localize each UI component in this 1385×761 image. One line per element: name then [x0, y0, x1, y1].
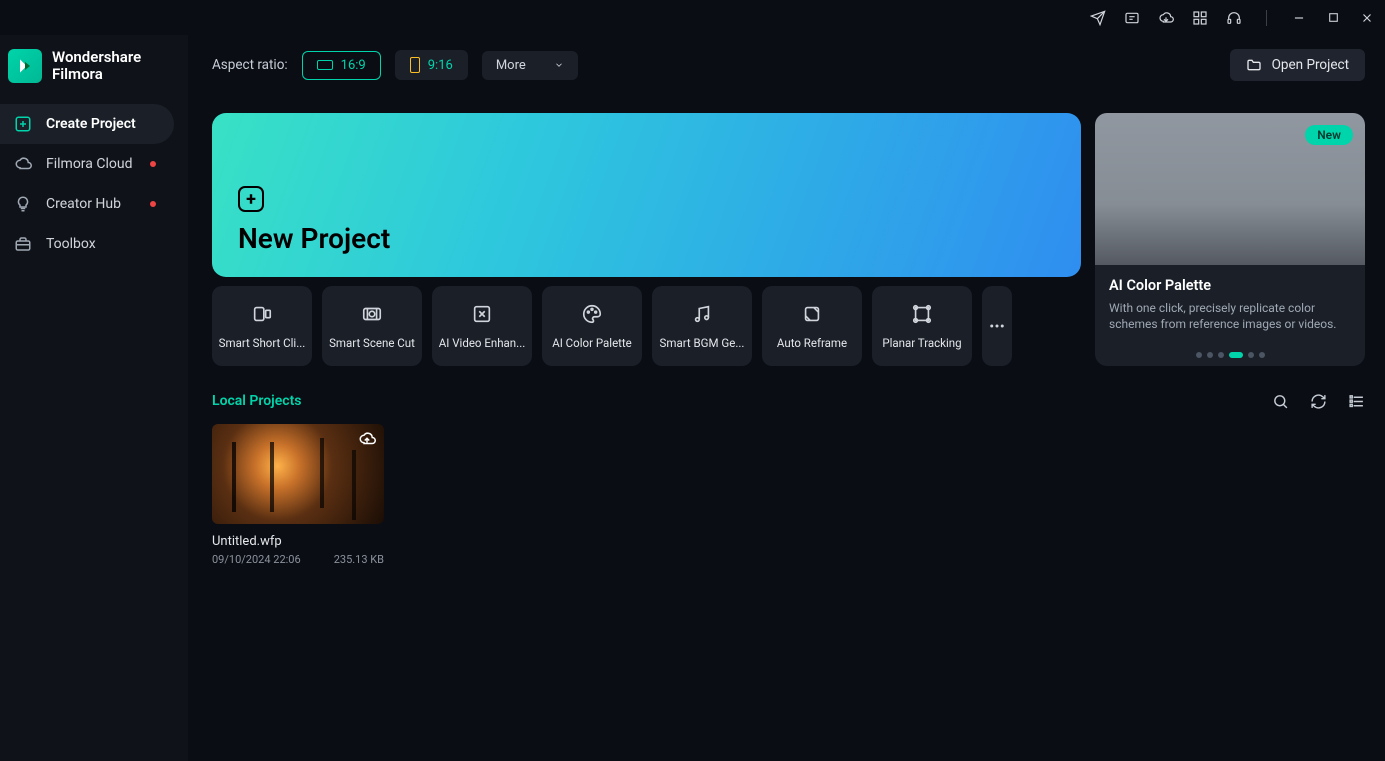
palette-icon: [580, 302, 604, 326]
local-projects-title: Local Projects: [212, 393, 302, 409]
sidebar-item-label: Create Project: [46, 116, 136, 132]
plus-square-icon: [14, 115, 32, 133]
refresh-icon[interactable]: [1309, 392, 1327, 410]
project-item[interactable]: Untitled.wfp 09/10/2024 22:06 235.13 KB: [212, 424, 384, 566]
feature-title: AI Color Palette: [1109, 277, 1351, 294]
sidebar-item-filmora-cloud[interactable]: Filmora Cloud: [0, 144, 174, 184]
enhance-icon: [470, 302, 494, 326]
project-date: 09/10/2024 22:06: [212, 553, 301, 566]
section-header: Local Projects: [212, 392, 1365, 410]
more-label: More: [496, 58, 526, 73]
feature-card[interactable]: New AI Color Palette With one click, pre…: [1095, 113, 1365, 366]
apps-grid-icon[interactable]: [1192, 10, 1208, 26]
brand: Wondershare Filmora: [0, 43, 188, 104]
tool-label: Planar Tracking: [876, 336, 968, 350]
scene-cut-icon: [360, 302, 384, 326]
plus-box-icon: +: [238, 186, 264, 212]
sidebar-item-label: Filmora Cloud: [46, 156, 132, 172]
tool-label: Smart BGM Ge...: [656, 336, 748, 350]
project-thumbnail: [212, 424, 384, 524]
cloud-upload-icon[interactable]: [358, 430, 376, 448]
tool-smart-short-clips[interactable]: Smart Short Cli...: [212, 286, 312, 366]
tool-more[interactable]: [982, 286, 1012, 366]
notification-dot-icon: [150, 201, 156, 207]
send-icon[interactable]: [1090, 10, 1106, 26]
cloud-icon: [14, 155, 32, 173]
sidebar: Wondershare Filmora Create Project Filmo…: [0, 35, 188, 761]
folder-icon: [1246, 57, 1262, 73]
brand-logo-icon: [8, 49, 42, 83]
notification-dot-icon: [150, 161, 156, 167]
main-content: Aspect ratio: 16:9 9:16 More Open Projec…: [188, 35, 1385, 761]
tools-row: Smart Short Cli... Smart Scene Cut AI Vi…: [212, 286, 1081, 366]
project-name: Untitled.wfp: [212, 534, 384, 549]
portrait-ratio-icon: [410, 57, 420, 73]
aspect-16-9-chip[interactable]: 16:9: [302, 51, 381, 80]
list-view-icon[interactable]: [1347, 392, 1365, 410]
titlebar-separator: [1266, 10, 1267, 26]
search-icon[interactable]: [1271, 392, 1289, 410]
sidebar-item-toolbox[interactable]: Toolbox: [0, 224, 174, 264]
new-project-card[interactable]: + New Project: [212, 113, 1081, 277]
tracking-icon: [910, 302, 934, 326]
sidebar-item-label: Creator Hub: [46, 196, 121, 212]
more-ratios-dropdown[interactable]: More: [482, 51, 578, 80]
tool-smart-scene-cut[interactable]: Smart Scene Cut: [322, 286, 422, 366]
titlebar: [0, 0, 1385, 35]
aspect-9-16-chip[interactable]: 9:16: [395, 50, 468, 80]
top-toolbar: Aspect ratio: 16:9 9:16 More Open Projec…: [212, 45, 1365, 85]
toolbox-icon: [14, 235, 32, 253]
tool-label: AI Video Enhan...: [436, 336, 528, 350]
project-size: 235.13 KB: [334, 553, 384, 566]
dot-indicator-active[interactable]: [1229, 352, 1243, 358]
sidebar-item-label: Toolbox: [46, 236, 96, 252]
dot-indicator[interactable]: [1196, 352, 1202, 358]
close-icon[interactable]: [1359, 10, 1375, 26]
open-project-button[interactable]: Open Project: [1230, 49, 1365, 81]
maximize-icon[interactable]: [1325, 10, 1341, 26]
new-project-title: New Project: [238, 222, 1055, 255]
sidebar-item-create-project[interactable]: Create Project: [0, 104, 174, 144]
tool-label: Smart Short Cli...: [216, 336, 308, 350]
headphones-icon[interactable]: [1226, 10, 1242, 26]
feature-description: With one click, precisely replicate colo…: [1109, 300, 1351, 332]
dot-indicator[interactable]: [1207, 352, 1213, 358]
landscape-ratio-icon: [317, 60, 333, 70]
new-badge: New: [1305, 125, 1353, 145]
tool-ai-video-enhancer[interactable]: AI Video Enhan...: [432, 286, 532, 366]
tool-smart-bgm[interactable]: Smart BGM Ge...: [652, 286, 752, 366]
music-ai-icon: [690, 302, 714, 326]
open-project-label: Open Project: [1272, 57, 1349, 73]
aspect-ratio-label: Aspect ratio:: [212, 57, 288, 73]
reframe-icon: [800, 302, 824, 326]
tool-ai-color-palette[interactable]: AI Color Palette: [542, 286, 642, 366]
sidebar-item-creator-hub[interactable]: Creator Hub: [0, 184, 174, 224]
dot-indicator[interactable]: [1248, 352, 1254, 358]
cloud-download-icon[interactable]: [1158, 10, 1174, 26]
tool-planar-tracking[interactable]: Planar Tracking: [872, 286, 972, 366]
chevron-down-icon: [554, 60, 564, 70]
more-dots-icon: [985, 314, 1009, 338]
tool-label: AI Color Palette: [546, 336, 638, 350]
tool-label: Smart Scene Cut: [326, 336, 418, 350]
carousel-indicators[interactable]: [1095, 352, 1365, 366]
dot-indicator[interactable]: [1259, 352, 1265, 358]
feature-image: New: [1095, 113, 1365, 265]
bulb-icon: [14, 195, 32, 213]
tool-auto-reframe[interactable]: Auto Reframe: [762, 286, 862, 366]
dot-indicator[interactable]: [1218, 352, 1224, 358]
message-icon[interactable]: [1124, 10, 1140, 26]
clip-icon: [250, 302, 274, 326]
brand-line2: Filmora: [52, 66, 141, 83]
tool-label: Auto Reframe: [766, 336, 858, 350]
minimize-icon[interactable]: [1291, 10, 1307, 26]
chip-label: 9:16: [428, 58, 453, 73]
brand-line1: Wondershare: [52, 49, 141, 66]
chip-label: 16:9: [341, 58, 366, 73]
